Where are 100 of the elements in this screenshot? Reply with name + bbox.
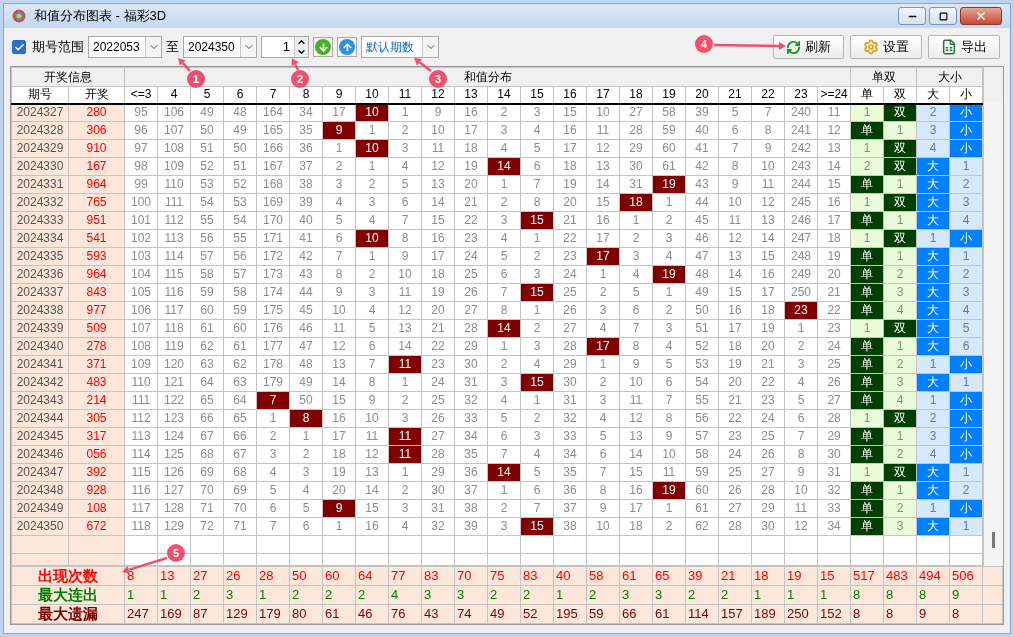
summary-value-cell: 66: [619, 604, 653, 624]
step-spinner[interactable]: 1: [261, 36, 309, 58]
to-period-dropdown[interactable]: 2024350: [183, 36, 257, 58]
summary-value-cell: 58: [586, 566, 620, 586]
group-header: 开奖信息: [11, 67, 125, 87]
summary-value-cell: 18: [751, 566, 785, 586]
summary-value-cell: 21: [718, 566, 752, 586]
summary-value-cell: 250: [784, 604, 818, 624]
summary-value-cell: 483: [883, 566, 917, 586]
summary-value-cell: 129: [223, 604, 257, 624]
summary-value-cell: 19: [784, 566, 818, 586]
range-label: 期号范围: [32, 38, 84, 57]
summary-value-cell: 28: [256, 566, 290, 586]
summary-value-cell: 70: [454, 566, 488, 586]
summary-value-cell: 3: [223, 585, 257, 605]
close-icon: [975, 10, 987, 22]
summary-value-cell: 2: [289, 585, 323, 605]
summary-value-cell: 49: [487, 604, 521, 624]
preset-dropdown[interactable]: 默认期数: [361, 36, 439, 58]
callout-badge: 5: [167, 544, 185, 562]
summary-label: 最大遗漏: [11, 604, 125, 624]
summary-value-cell: 74: [454, 604, 488, 624]
summary-value-cell: 60: [322, 566, 356, 586]
column-header: 期号: [11, 86, 69, 104]
summary-value-cell: 494: [916, 566, 950, 586]
summary-value-cell: 8: [883, 604, 917, 624]
scrollbar-thumb[interactable]: [992, 532, 996, 548]
summary-value-cell: 8: [883, 585, 917, 605]
summary-value-cell: 1: [157, 585, 191, 605]
summary-value-cell: 3: [421, 585, 455, 605]
move-up-button[interactable]: [337, 37, 357, 57]
summary-value-cell: 1: [553, 585, 587, 605]
summary-value-cell: 2: [586, 585, 620, 605]
spreadsheet-icon: [941, 39, 957, 55]
summary-label: 出现次数: [11, 566, 125, 586]
callout-arrow: [714, 41, 786, 50]
move-down-button[interactable]: [313, 37, 333, 57]
summary-value-cell: 40: [553, 566, 587, 586]
window-title: 和值分布图表 - 福彩3D: [34, 7, 167, 26]
callout-arrow: [178, 58, 191, 72]
maximize-button[interactable]: [929, 7, 957, 25]
summary-value-cell: 2: [718, 585, 752, 605]
summary-value-cell: 3: [652, 585, 686, 605]
callout-badge: 4: [695, 35, 713, 53]
summary-value-cell: 83: [421, 566, 455, 586]
summary-value-cell: 195: [553, 604, 587, 624]
summary-value-cell: 65: [652, 566, 686, 586]
summary-value-cell: 189: [751, 604, 785, 624]
callout-badge: 1: [187, 70, 205, 88]
summary-value-cell: 2: [685, 585, 719, 605]
summary-value-cell: 87: [190, 604, 224, 624]
summary-value-cell: 52: [520, 604, 554, 624]
summary-value-cell: 2: [322, 585, 356, 605]
summary-value-cell: 4: [388, 585, 422, 605]
summary-value-cell: 1: [817, 585, 851, 605]
summary-value-cell: 39: [685, 566, 719, 586]
summary-value-cell: 2: [520, 585, 554, 605]
summary-value-cell: 61: [652, 604, 686, 624]
summary-label: 最大连出: [11, 585, 125, 605]
summary-value-cell: 2: [190, 585, 224, 605]
summary-value-cell: 76: [388, 604, 422, 624]
spin-down-icon: [295, 47, 308, 57]
callout-badge: 2: [291, 70, 309, 88]
close-button[interactable]: [960, 7, 1002, 25]
summary-value-cell: 8: [850, 585, 884, 605]
app-logo-icon: [12, 9, 26, 23]
callout-badge: 3: [429, 70, 447, 88]
refresh-button[interactable]: 刷新: [773, 35, 844, 59]
summary-value-cell: 59: [586, 604, 620, 624]
refresh-icon: [786, 39, 801, 55]
summary-value-cell: 169: [157, 604, 191, 624]
callout-arrow: [414, 58, 432, 72]
summary-value-cell: 61: [322, 604, 356, 624]
summary-value-cell: 3: [619, 585, 653, 605]
callout-arrow: [291, 58, 300, 71]
summary-value-cell: 77: [388, 566, 422, 586]
summary-value-cell: 247: [124, 604, 158, 624]
summary-value-cell: 8: [949, 604, 983, 624]
range-checkbox[interactable]: [12, 40, 26, 54]
summary-value-cell: 2: [487, 585, 521, 605]
maximize-icon: [938, 11, 948, 21]
group-header: 单双: [850, 67, 917, 87]
summary-value-cell: 157: [718, 604, 752, 624]
summary-value-cell: 9: [949, 585, 983, 605]
export-button[interactable]: 导出: [928, 35, 1000, 59]
scrollbar[interactable]: [984, 103, 1003, 566]
summary-value-cell: 46: [355, 604, 389, 624]
summary-value-cell: 15: [817, 566, 851, 586]
summary-value-cell: 8: [850, 604, 884, 624]
summary-value-cell: 43: [421, 604, 455, 624]
from-period-dropdown[interactable]: 2022053: [88, 36, 162, 58]
summary-value-cell: 75: [487, 566, 521, 586]
summary-value-cell: 13: [157, 566, 191, 586]
summary-value-cell: 517: [850, 566, 884, 586]
to-label: 至: [166, 38, 179, 57]
summary-value-cell: 179: [256, 604, 290, 624]
summary-value-cell: 2: [355, 585, 389, 605]
summary-value-cell: 50: [289, 566, 323, 586]
settings-button[interactable]: 设置: [850, 35, 922, 59]
summary-value-cell: 61: [619, 566, 653, 586]
